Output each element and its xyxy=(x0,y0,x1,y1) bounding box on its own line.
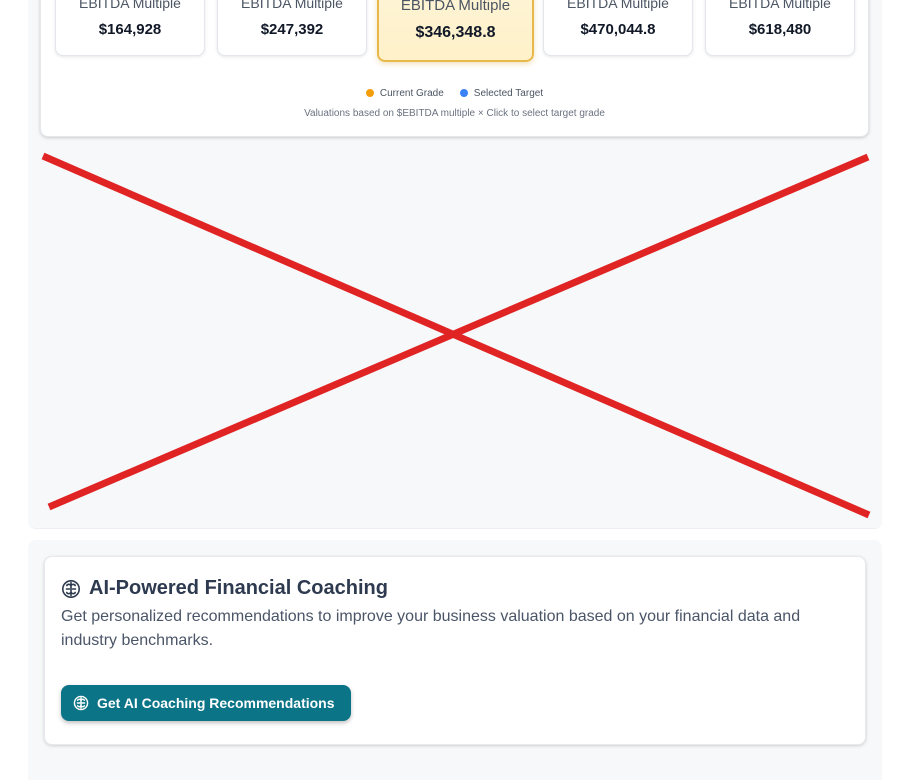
tile-label: EBITDA Multiple xyxy=(567,0,669,11)
selected-target-dot-icon xyxy=(459,89,468,97)
legend-label: Selected Target xyxy=(473,87,544,99)
tile-label: EBITDA Multiple xyxy=(241,0,343,11)
coaching-title: AI-Powered Financial Coaching xyxy=(89,577,388,599)
grade-tile[interactable]: EBITDA Multiple $164,928 xyxy=(55,0,205,56)
grade-tile[interactable]: EBITDA Multiple $618,480 xyxy=(705,0,855,56)
button-label: Get AI Coaching Recommendations xyxy=(97,695,335,711)
coaching-header: AI-Powered Financial Coaching xyxy=(61,577,388,600)
brain-icon xyxy=(73,695,89,711)
brain-icon xyxy=(61,579,81,599)
grade-tile[interactable]: EBITDA Multiple $470,044.8 xyxy=(543,0,693,56)
tile-label: EBITDA Multiple xyxy=(400,0,511,14)
coaching-description: Get personalized recommendations to impr… xyxy=(61,608,801,649)
ai-coaching-card: AI-Powered Financial Coaching Get person… xyxy=(44,556,866,745)
tile-label: EBITDA Multiple xyxy=(729,0,831,11)
legend-label: Current Grade xyxy=(379,87,444,99)
get-ai-coaching-button[interactable]: Get AI Coaching Recommendations xyxy=(61,685,351,721)
tile-value: $618,480 xyxy=(748,21,812,38)
tile-label: EBITDA Multiple xyxy=(79,0,181,11)
legend-current-grade: Current Grade xyxy=(365,87,444,99)
valuation-card: EBITDA Multiple $164,928 EBITDA Multiple… xyxy=(40,0,869,137)
grade-tile-selected[interactable]: EBITDA Multiple $346,348.8 xyxy=(377,0,534,62)
tile-value: $247,392 xyxy=(260,21,324,38)
grade-tile[interactable]: EBITDA Multiple $247,392 xyxy=(217,0,367,56)
valuation-footnote: Valuations based on $EBITDA multiple × C… xyxy=(304,108,605,119)
tile-value: $346,348.8 xyxy=(415,24,496,41)
tile-value: $470,044.8 xyxy=(580,21,656,38)
current-grade-dot-icon xyxy=(365,89,374,97)
legend-selected-target: Selected Target xyxy=(459,87,544,99)
tile-value: $164,928 xyxy=(98,21,162,38)
grade-legend: Current Grade Selected Target xyxy=(41,86,868,100)
